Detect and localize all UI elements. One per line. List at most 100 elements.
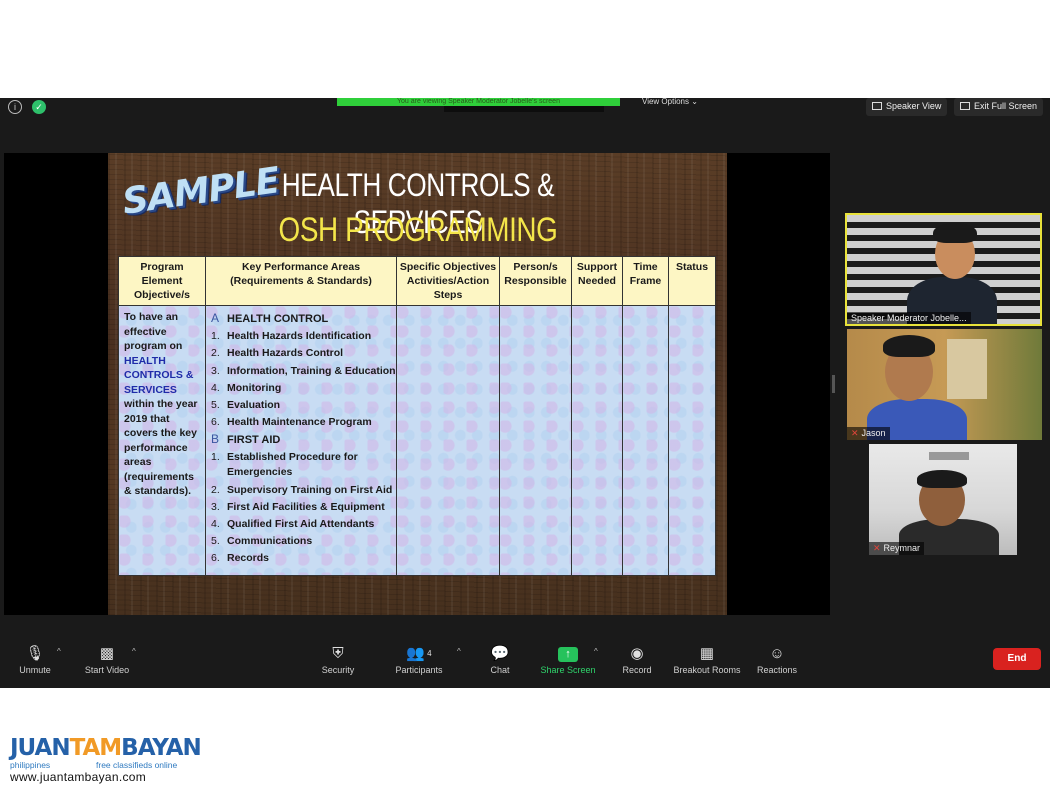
item-text: Communications [227,535,312,547]
security-button[interactable]: ⛨ Security [303,643,373,675]
logo-part: TAM [70,735,122,761]
participant-name: Jason [862,428,886,438]
video-options-chevron-icon[interactable]: ^ [132,647,136,656]
start-video-label: Start Video [72,665,142,675]
speaker-view-button[interactable]: Speaker View [866,98,947,116]
list-item: 3.First Aid Facilities & Equipment [211,499,391,516]
record-button[interactable]: ◉ Record [602,643,672,675]
encryption-shield-icon[interactable]: ✓ [32,100,46,114]
objective-cell: To have an effective program on HEALTH C… [119,306,206,576]
column-header: Key Performance Areas (Requirements & St… [206,257,397,306]
chat-bubble-icon: 💬 [465,643,535,665]
objective-intro: To have an effective program on [124,311,182,352]
participants-options-chevron-icon[interactable]: ^ [457,647,461,656]
program-table: Program Element Objective/s Key Performa… [118,256,716,576]
item-number: 1. [211,328,227,345]
item-number: 1. [211,450,227,465]
objective-text: To have an effective program on HEALTH C… [124,310,200,499]
item-text: Records [227,552,269,564]
tagline-right: free classifieds online [96,760,177,770]
item-text: Health Hazards Control [227,347,343,359]
slide-subtitle: OSH PROGRAMMING [246,211,590,250]
participants-icon: 👥4 [384,643,454,665]
watermark-logo: JUANTAMBAYAN [10,736,201,760]
kpa-cell: AHEALTH CONTROL 1.Health Hazards Identif… [206,306,397,576]
list-item: 1.Established Procedure for Emergencies [211,450,391,480]
column-header: Support Needed [572,257,623,306]
tagline-left: philippines [10,760,96,770]
list-item: 3.Information, Training & Education [211,363,391,380]
background-fixture [929,452,969,460]
panel-resize-handle[interactable] [832,375,835,393]
top-bar: i ✓ You are viewing Speaker Moderator Jo… [0,98,1050,118]
participants-button[interactable]: 👥4 Participants [384,643,454,675]
objective-rest: within the year 2019 that covers the key… [124,398,198,497]
exit-full-screen-button[interactable]: Exit Full Screen [954,98,1043,116]
list-item: 2.Supervisory Training on First Aid [211,482,391,499]
item-number: 6. [211,550,227,567]
item-text: Established Procedure for Emergencies [227,450,387,480]
share-screen-button[interactable]: ↑ Share Screen [533,643,603,675]
column-header: Time Frame [623,257,669,306]
column-header: Program Element Objective/s [119,257,206,306]
end-meeting-button[interactable]: End [993,648,1041,670]
item-number: 2. [211,345,227,362]
empty-cell [669,306,716,576]
grid-icon [872,102,882,110]
participant-video-tile[interactable]: ✕Jason [847,329,1042,440]
participant-name: Speaker Moderator Jobelle... [851,313,967,323]
chat-label: Chat [465,665,535,675]
logo-part: BAYAN [121,735,201,761]
item-number: 4. [211,516,227,533]
item-number: 5. [211,533,227,550]
record-icon: ◉ [602,643,672,665]
muted-mic-icon: ✕ [851,428,859,438]
viewing-screen-banner: You are viewing Speaker Moderator Jobell… [337,98,620,106]
breakout-rooms-button[interactable]: ▦ Breakout Rooms [672,643,742,675]
audio-options-chevron-icon[interactable]: ^ [57,647,61,656]
view-options-button[interactable]: View Options ⌄ [642,98,698,106]
item-number: 4. [211,380,227,397]
shield-icon: ⛨ [303,643,373,665]
participant-name: Reymnar [884,543,921,553]
list-item: 6.Health Maintenance Program [211,414,391,431]
item-number: 6. [211,414,227,431]
item-number: 2. [211,482,227,499]
list-item: 4.Monitoring [211,380,391,397]
table-row: To have an effective program on HEALTH C… [119,306,716,576]
list-item: BFIRST AID [211,431,391,449]
item-number: 3. [211,363,227,380]
watermark-url: www.juantambayan.com [10,770,201,784]
share-screen-label: Share Screen [533,665,603,675]
kpa-list: AHEALTH CONTROL 1.Health Hazards Identif… [211,310,391,568]
item-text: Evaluation [227,399,280,411]
list-item: 6.Records [211,550,391,567]
share-screen-icon: ↑ [533,643,603,665]
participant-hair [933,223,977,243]
item-text: Health Hazards Identification [227,330,371,342]
participant-video-tile[interactable]: ✕Reymnar [869,444,1017,555]
item-text: Health Maintenance Program [227,416,372,428]
empty-cell [397,306,500,576]
participant-video-tile[interactable]: Speaker Moderator Jobelle... [845,213,1042,326]
zoom-meeting-window: i ✓ You are viewing Speaker Moderator Jo… [0,98,1050,688]
share-options-chevron-icon[interactable]: ^ [594,647,598,656]
chat-button[interactable]: 💬 Chat [465,643,535,675]
banner-shadow [444,106,604,112]
background-door [947,339,987,399]
item-number: 3. [211,499,227,516]
item-text: HEALTH CONTROL [227,313,328,325]
meeting-info-icon[interactable]: i [8,100,22,114]
record-label: Record [602,665,672,675]
empty-cell [623,306,669,576]
security-label: Security [303,665,373,675]
item-text: First Aid Facilities & Equipment [227,501,385,513]
item-text: Information, Training & Education [227,365,396,377]
reactions-button[interactable]: ☺ Reactions [742,643,812,675]
list-item: AHEALTH CONTROL [211,310,391,328]
participants-label: Participants [384,665,454,675]
participant-hair [883,335,935,357]
empty-cell [572,306,623,576]
speaker-view-label: Speaker View [886,101,941,111]
exit-full-screen-label: Exit Full Screen [974,101,1037,111]
